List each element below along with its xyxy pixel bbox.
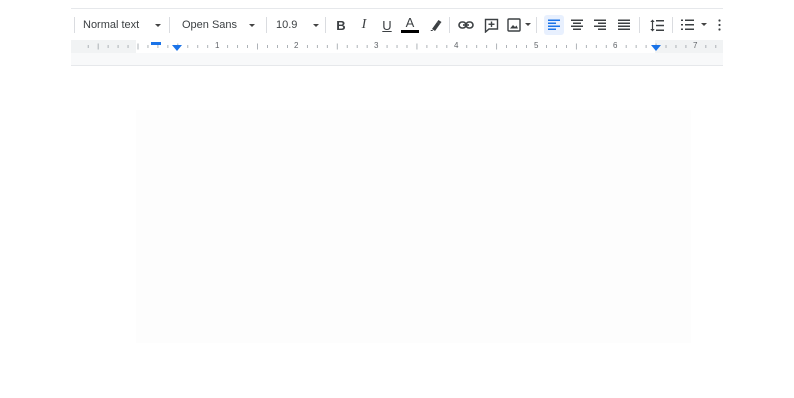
ruler-number: 2 [294,41,299,50]
bold-label: B [336,17,346,33]
align-justify-button[interactable] [614,15,634,35]
underline-label: U [382,17,392,33]
highlighter-icon [430,20,442,31]
font-family-select[interactable]: Open Sans [182,9,264,40]
text-color-button[interactable]: A [400,15,420,35]
chevron-down-icon [525,23,531,26]
more-options-button[interactable] [715,15,723,35]
numbered-list-icon [681,19,694,30]
font-family-value: Open Sans [182,18,238,31]
right-indent-marker[interactable] [651,45,661,53]
toolbar-separator [639,17,640,33]
chevron-down-icon [249,24,255,27]
underline-button[interactable]: U [377,15,397,35]
text-color-bar [401,30,419,33]
chevron-down-icon [701,23,707,26]
document-page[interactable] [136,110,691,343]
insert-image-icon [507,18,521,32]
ruler-ticks [87,43,717,50]
numbered-list-button[interactable] [678,15,708,35]
highlight-color-button[interactable] [426,15,446,35]
ruler-number: 1 [215,41,220,50]
chevron-down-icon [313,24,319,27]
paragraph-style-select[interactable]: Normal text [83,9,167,40]
ruler-number: 7 [693,41,698,50]
horizontal-ruler[interactable]: 1 2 3 4 5 6 7 [71,40,723,53]
align-center-icon [571,19,583,30]
align-right-button[interactable] [590,15,610,35]
line-spacing-icon [650,19,664,31]
toolbar-separator [325,17,326,33]
chevron-down-icon [155,24,161,27]
paragraph-style-value: Normal text [83,18,140,31]
ruler-number: 4 [454,41,459,50]
toolbar-separator [536,17,537,33]
italic-button[interactable]: I [354,15,374,35]
toolbar-separator [672,17,673,33]
align-left-button[interactable] [544,15,564,35]
font-size-value: 10.9 [276,18,298,31]
toolbar-separator [74,17,75,33]
align-right-icon [594,19,606,30]
ruler-number: 3 [374,41,379,50]
insert-link-button[interactable] [456,15,476,35]
font-size-select[interactable]: 10.9 [276,9,324,40]
align-justify-icon [618,19,630,30]
toolbar-separator [449,17,450,33]
ruler-bottom-strip [71,53,723,66]
toolbar-separator [266,17,267,33]
left-indent-marker[interactable] [172,45,182,53]
text-color-label: A [405,15,415,30]
insert-comment-button[interactable] [481,15,501,35]
align-center-button[interactable] [567,15,587,35]
formatting-toolbar: Normal text Open Sans 10.9 B I U A [71,8,723,40]
more-icon [717,19,721,31]
first-line-indent-marker[interactable] [151,42,161,45]
ruler-number: 6 [613,41,618,50]
ruler-number: 5 [534,41,539,50]
italic-label: I [361,17,367,32]
align-left-icon [548,19,560,30]
bold-button[interactable]: B [331,15,351,35]
line-spacing-button[interactable] [647,15,667,35]
insert-comment-icon [484,18,498,33]
insert-image-button[interactable] [505,15,531,35]
toolbar-separator [169,17,170,33]
link-icon [458,21,474,29]
